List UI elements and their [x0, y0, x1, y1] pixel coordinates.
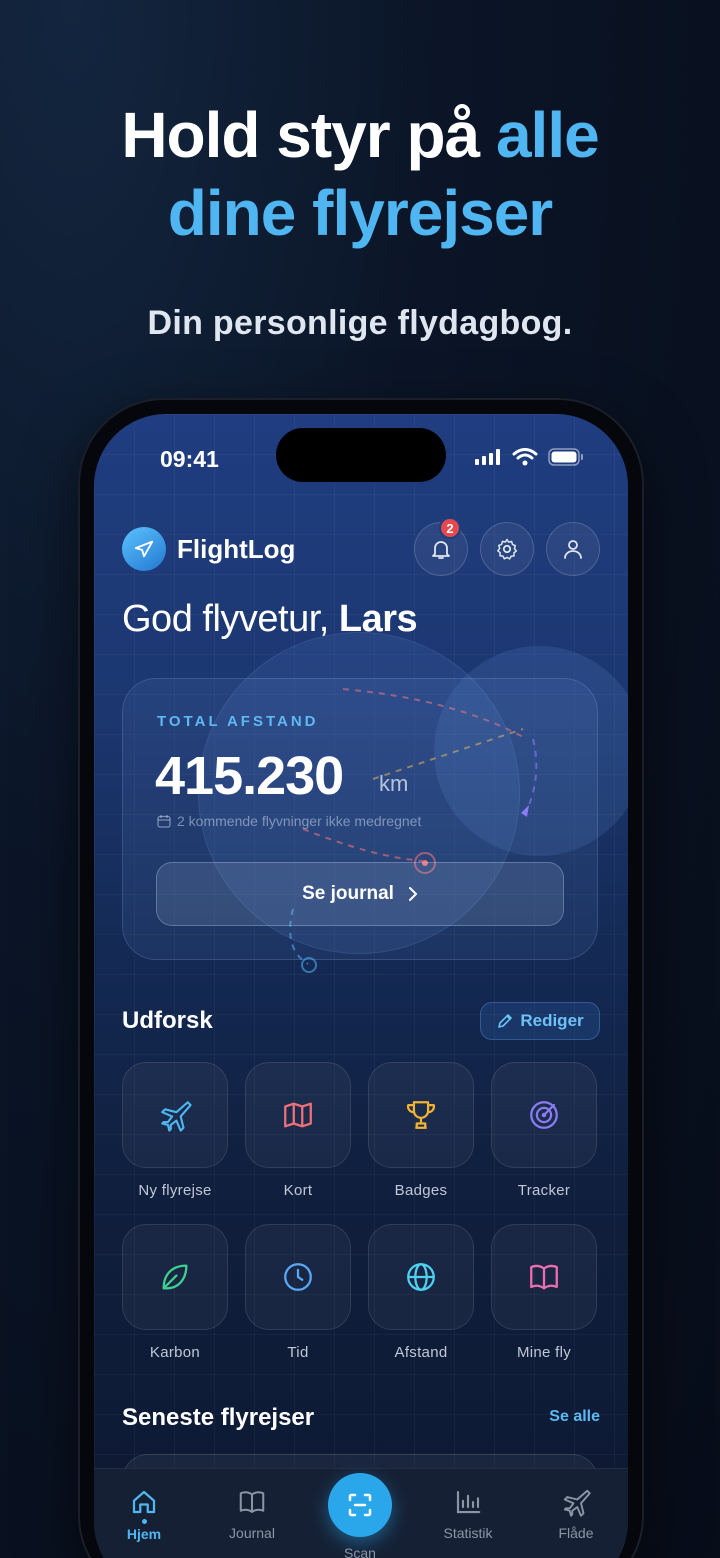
- plane-icon: [161, 1101, 192, 1132]
- tab-label: Journal: [229, 1525, 275, 1541]
- calendar-icon: [157, 815, 171, 828]
- bell-icon: [432, 541, 450, 559]
- wifi-icon: [512, 448, 538, 466]
- gear-icon: [497, 538, 518, 560]
- phone-screen: 09:41 FlightLog 2 God flyvetur, Lars TOT…: [94, 414, 628, 1558]
- bar-chart-icon: [456, 1490, 481, 1514]
- dynamic-island: [276, 428, 446, 482]
- phone-frame: 09:41 FlightLog 2 God flyvetur, Lars TOT…: [80, 400, 642, 1558]
- plane-icon: [134, 540, 154, 558]
- status-icons: [474, 448, 584, 466]
- tile-icon-box: [368, 1062, 474, 1168]
- tile-label: Afstand: [394, 1344, 448, 1361]
- tile-icon-box: [245, 1224, 351, 1330]
- tile-icon-box: [491, 1224, 597, 1330]
- scan-icon: [348, 1493, 372, 1517]
- explore-grid: Ny flyrejse Kort Badges Tracker Karbon T…: [122, 1062, 600, 1386]
- hero-title-accent: alle: [495, 99, 600, 171]
- tab-journal[interactable]: Journal: [202, 1487, 302, 1541]
- greeting-name: Lars: [338, 598, 418, 640]
- trophy-icon: [406, 1101, 436, 1129]
- map-icon: [284, 1102, 312, 1128]
- globe-icon: [407, 1263, 435, 1291]
- see-journal-button[interactable]: Se journal: [156, 862, 564, 926]
- total-distance-card: TOTAL AFSTAND 415.230 km 2 kommende flyv…: [122, 678, 598, 973]
- scan-label: Scan: [344, 1545, 376, 1558]
- user-icon: [564, 540, 582, 559]
- tile-badges[interactable]: Badges: [368, 1062, 474, 1224]
- tile-map[interactable]: Kort: [245, 1062, 351, 1224]
- tile-time[interactable]: Tid: [245, 1224, 351, 1386]
- greeting: God flyvetur, Lars: [122, 598, 418, 641]
- tile-label: Tracker: [517, 1182, 571, 1199]
- tile-icon-box: [245, 1062, 351, 1168]
- distance-note-text: 2 kommende flyvninger ikke medregnet: [177, 813, 422, 829]
- profile-button[interactable]: [546, 522, 600, 576]
- tab-label: Flåde: [558, 1525, 594, 1541]
- book-icon: [239, 1491, 265, 1513]
- hero-subtitle: Din personlige flydagbog.: [147, 304, 573, 342]
- distance-unit: km: [379, 771, 409, 796]
- plane-icon: [563, 1489, 591, 1517]
- edit-button[interactable]: Rediger: [480, 1002, 600, 1040]
- book-icon: [530, 1264, 558, 1290]
- pencil-icon: [498, 1014, 513, 1028]
- tile-label: Karbon: [149, 1344, 201, 1361]
- home-icon: [132, 1490, 156, 1514]
- settings-button[interactable]: [480, 522, 534, 576]
- tile-tracker[interactable]: Tracker: [491, 1062, 597, 1224]
- hero-title-line2: dine flyrejser: [167, 177, 553, 249]
- notification-badge: 2: [439, 517, 461, 539]
- tile-distance[interactable]: Afstand: [368, 1224, 474, 1386]
- tab-label: Hjem: [126, 1526, 162, 1542]
- explore-title: Udforsk: [122, 1007, 213, 1034]
- tile-icon-box: [122, 1224, 228, 1330]
- tile-label: Tid: [287, 1344, 309, 1361]
- tile-label: Mine fly: [516, 1344, 572, 1361]
- tile-icon-box: [368, 1224, 474, 1330]
- tab-bar: Hjem Journal Scan Statistik Flåde: [94, 1468, 628, 1558]
- leaf-icon: [162, 1264, 188, 1290]
- tile-my-planes[interactable]: Mine fly: [491, 1224, 597, 1386]
- see-all-link[interactable]: Se alle: [549, 1408, 600, 1426]
- edit-label: Rediger: [520, 1011, 584, 1030]
- app-name: FlightLog: [177, 533, 296, 564]
- tab-home[interactable]: Hjem: [94, 1487, 194, 1542]
- hero-title-white: Hold styr på: [121, 99, 496, 171]
- tab-statistics[interactable]: Statistik: [418, 1487, 518, 1541]
- hero-title: Hold styr på alle dine flyrejser: [0, 96, 720, 252]
- scan-button[interactable]: [328, 1473, 392, 1537]
- app-logo: [122, 527, 166, 571]
- tab-label: Statistik: [443, 1525, 493, 1541]
- clock-icon: [284, 1263, 312, 1291]
- chevron-right-icon: [408, 887, 417, 901]
- distance-label: TOTAL AFSTAND: [157, 713, 319, 730]
- distance-value: 415.230: [155, 746, 344, 806]
- header-buttons: 2: [414, 517, 600, 576]
- tile-carbon[interactable]: Karbon: [122, 1224, 228, 1386]
- notifications-button[interactable]: 2: [414, 517, 468, 576]
- tile-label: Badges: [394, 1182, 448, 1199]
- tile-new-flight[interactable]: Ny flyrejse: [122, 1062, 228, 1224]
- battery-icon: [548, 448, 583, 466]
- greeting-prefix: God flyvetur,: [122, 598, 339, 640]
- tile-icon-box: [122, 1062, 228, 1168]
- tab-fleet[interactable]: Flåde: [526, 1487, 626, 1541]
- tile-label: Kort: [283, 1182, 313, 1199]
- hero: Hold styr på alle dine flyrejser Din per…: [0, 96, 720, 343]
- active-dot: [141, 1519, 147, 1524]
- see-journal-label: Se journal: [302, 883, 394, 904]
- tile-label: Ny flyrejse: [138, 1182, 212, 1199]
- recent-title: Seneste flyrejser: [122, 1404, 315, 1431]
- radar-icon: [530, 1101, 558, 1129]
- status-time: 09:41: [160, 446, 219, 472]
- app-header: FlightLog 2: [122, 517, 600, 576]
- distance-note: 2 kommende flyvninger ikke medregnet: [157, 813, 421, 829]
- signal-icon: [475, 449, 500, 465]
- tile-icon-box: [491, 1062, 597, 1168]
